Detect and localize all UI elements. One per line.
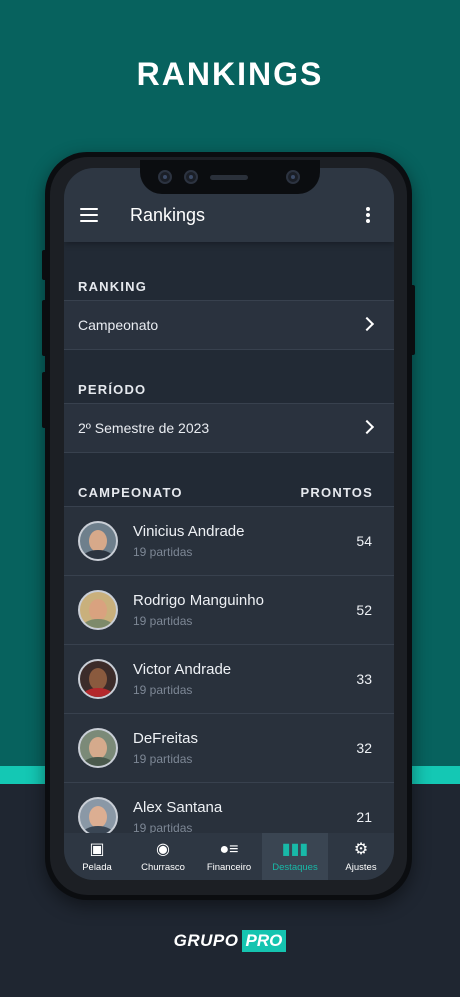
period-selector-value: 2º Semestre de 2023 [78, 420, 210, 436]
pitch-icon: ▣ [89, 841, 105, 858]
chevron-right-icon [359, 419, 375, 435]
period-selector[interactable]: 2º Semestre de 2023 [64, 403, 394, 453]
hamburger-menu-icon[interactable] [80, 208, 98, 222]
tab-label: Churrasco [141, 862, 185, 873]
bottom-navigation: ▣ Pelada ◉ Churrasco ●≡ Financeiro ▮▮▮ D… [64, 833, 394, 880]
player-matches: 19 partidas [133, 614, 193, 628]
volume-down-button [42, 372, 47, 428]
tab-destaques[interactable]: ▮▮▮ Destaques [262, 833, 328, 880]
brand-badge: PRO [241, 930, 287, 952]
tab-pelada[interactable]: ▣ Pelada [64, 833, 130, 880]
player-matches: 19 partidas [133, 752, 193, 766]
ranking-row[interactable]: DeFreitas 19 partidas 32 [64, 713, 394, 782]
player-points: 33 [356, 671, 372, 687]
ranking-row[interactable]: Rodrigo Manguinho 19 partidas 52 [64, 575, 394, 644]
player-points: 54 [356, 533, 372, 549]
brand-word: GRUPO [173, 931, 239, 950]
player-avatar [78, 521, 118, 561]
list-header-right: PRONTOS [300, 485, 373, 500]
camera-icon [184, 170, 198, 184]
player-name: Rodrigo Manguinho [133, 592, 264, 609]
player-name: Alex Santana [133, 799, 223, 816]
highlights-icon: ▮▮▮ [281, 841, 309, 858]
player-points: 21 [356, 809, 372, 825]
tab-label: Financeiro [206, 862, 252, 873]
more-options-icon[interactable] [366, 207, 370, 223]
chevron-right-icon [359, 316, 375, 332]
ranking-list: Vinicius Andrade 19 partidas 54 Rodrigo … [64, 506, 394, 851]
camera-icon [286, 170, 300, 184]
volume-up-button [42, 300, 47, 356]
brand-logo: GRUPO PRO [0, 930, 460, 952]
grill-icon: ◉ [156, 841, 170, 858]
player-name: DeFreitas [133, 730, 199, 747]
player-matches: 19 partidas [133, 545, 193, 559]
player-matches: 19 partidas [133, 683, 193, 697]
player-name: Victor Andrade [133, 661, 232, 678]
tab-churrasco[interactable]: ◉ Churrasco [130, 833, 196, 880]
player-points: 52 [356, 602, 372, 618]
tab-ajustes[interactable]: ⚙ Ajustes [328, 833, 394, 880]
power-button [410, 285, 415, 355]
promo-headline: RANKINGS [136, 56, 324, 92]
ranking-section-label: RANKING [78, 279, 148, 294]
player-avatar [78, 797, 118, 837]
page-title: Rankings [130, 205, 206, 225]
camera-icon [158, 170, 172, 184]
list-header-left: CAMPEONATO [78, 485, 183, 500]
tab-label: Destaques [272, 862, 318, 873]
phone-notch [140, 160, 320, 194]
coins-icon: ●≡ [219, 841, 239, 858]
player-name: Vinicius Andrade [133, 523, 245, 540]
player-avatar [78, 659, 118, 699]
app-screen: Rankings RANKING Campeonato PERÍODO 2º S… [64, 168, 394, 880]
ranking-row[interactable]: Vinicius Andrade 19 partidas 54 [64, 506, 394, 575]
tab-label: Ajustes [345, 862, 377, 873]
period-section-label: PERÍODO [78, 382, 147, 397]
ranking-selector-value: Campeonato [78, 317, 159, 333]
player-points: 32 [356, 740, 372, 756]
player-avatar [78, 590, 118, 630]
tab-financeiro[interactable]: ●≡ Financeiro [196, 833, 262, 880]
ranking-selector[interactable]: Campeonato [64, 300, 394, 350]
mute-switch [42, 250, 47, 280]
speaker-grille [210, 175, 248, 180]
player-avatar [78, 728, 118, 768]
gear-icon: ⚙ [353, 841, 369, 858]
ranking-row[interactable]: Victor Andrade 19 partidas 33 [64, 644, 394, 713]
tab-label: Pelada [82, 862, 112, 873]
